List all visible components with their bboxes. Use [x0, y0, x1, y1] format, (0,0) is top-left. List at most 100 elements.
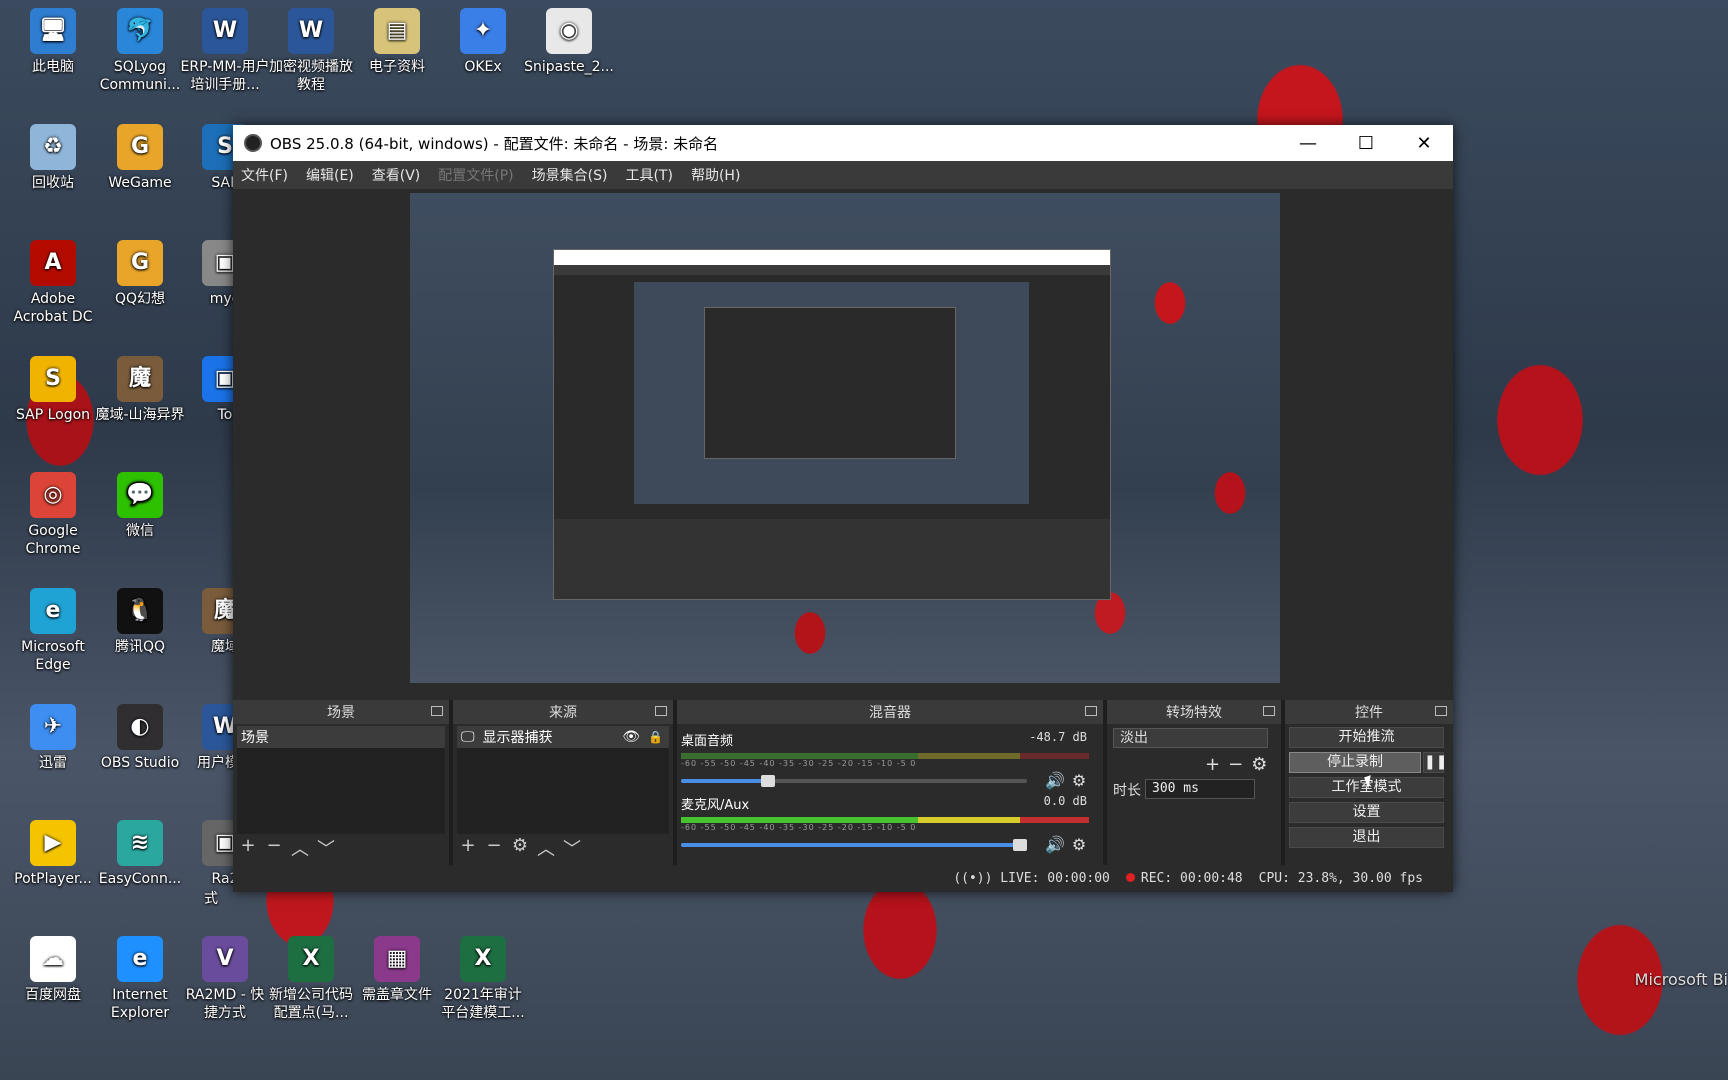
float-dock-icon[interactable]	[1435, 706, 1447, 716]
move-down-icon[interactable]: ﹀	[563, 835, 581, 861]
gear-icon[interactable]: ⚙	[1069, 835, 1089, 854]
stop-recording-button[interactable]: 停止录制	[1289, 752, 1421, 773]
desktop-shortcut[interactable]: X 2021年审计平台建模工...	[438, 936, 528, 1022]
potplayer-icon: ▶	[30, 820, 76, 866]
desktop-shortcut-label: Microsoft Edge	[21, 639, 85, 673]
desktop-shortcut-label: 魔域-山海异界	[95, 407, 185, 423]
record-icon	[1125, 873, 1135, 882]
add-icon[interactable]: +	[1205, 754, 1220, 775]
menu-view[interactable]: 查看(V)	[372, 165, 421, 185]
desktop-shortcut[interactable]: ✦ OKEx	[438, 8, 528, 76]
desktop-shortcut[interactable]: ◐ OBS Studio	[95, 704, 185, 772]
float-dock-icon[interactable]	[431, 706, 443, 716]
title-bar[interactable]: OBS 25.0.8 (64-bit, windows) - 配置文件: 未命名…	[233, 125, 1453, 161]
lock-icon[interactable]: 🔒	[648, 730, 663, 744]
desktop-shortcut-label: OBS Studio	[100, 755, 180, 771]
start-streaming-button[interactable]: 开始推流	[1289, 727, 1444, 748]
exit-button[interactable]: 退出	[1289, 827, 1444, 848]
duration-label: 时长	[1113, 783, 1141, 799]
desktop-shortcut[interactable]: 🐧 腾讯QQ	[95, 588, 185, 656]
transition-select[interactable]: 淡出	[1113, 728, 1268, 748]
maximize-button[interactable]: ☐	[1337, 125, 1395, 161]
obs-icon: ◐	[117, 704, 163, 750]
winrar-icon: ▦	[374, 936, 420, 982]
sources-dock: 来源 🖵 显示器捕获 👁 🔒 + − ⚙ ︿ ﹀	[453, 700, 677, 865]
move-down-icon[interactable]: ﹀	[317, 835, 335, 861]
desktop-shortcut[interactable]: G WeGame	[95, 124, 185, 192]
float-dock-icon[interactable]	[1263, 706, 1275, 716]
speaker-icon[interactable]: 🔊	[1045, 771, 1065, 790]
gear-icon[interactable]: ⚙	[511, 835, 529, 861]
menu-tools[interactable]: 工具(T)	[625, 165, 672, 185]
desktop-shortcut[interactable]: 💬 微信	[95, 472, 185, 540]
desktop-shortcut[interactable]: G QQ幻想	[95, 240, 185, 308]
gear-icon[interactable]: ⚙	[1251, 754, 1267, 775]
desktop-shortcut[interactable]: A Adobe Acrobat DC	[8, 240, 98, 326]
remove-icon[interactable]: −	[485, 835, 503, 861]
status-bar: ((•)) LIVE: 00:00:00 REC: 00:00:48 CPU: …	[233, 865, 1453, 892]
desktop-shortcut[interactable]: S SAP Logon	[8, 356, 98, 424]
gear-icon[interactable]: ⚙	[1069, 771, 1089, 790]
desktop-shortcut-label: 百度网盘	[25, 987, 81, 1003]
desktop-shortcut[interactable]: W 加密视频播放教程	[266, 8, 356, 94]
desktop-shortcut[interactable]: V RA2MD - 快捷方式	[180, 936, 270, 1022]
menu-profile[interactable]: 配置文件(P)	[438, 165, 513, 185]
desktop-shortcut[interactable]: ☁ 百度网盘	[8, 936, 98, 1004]
preview-canvas[interactable]	[410, 193, 1280, 683]
eye-icon[interactable]: 👁	[622, 729, 640, 745]
minimize-button[interactable]: —	[1279, 125, 1337, 161]
desktop-shortcut[interactable]: ▶ PotPlayer...	[8, 820, 98, 888]
qq-icon: 🐧	[117, 588, 163, 634]
desktop-shortcut[interactable]: 🐬 SQLyog Communi...	[95, 8, 185, 94]
float-dock-icon[interactable]	[1085, 706, 1097, 716]
remove-icon[interactable]: −	[265, 835, 283, 861]
menu-help[interactable]: 帮助(H)	[691, 165, 740, 185]
desktop-shortcut-label: ERP-MM-用户培训手册...	[180, 59, 270, 93]
scene-item[interactable]: 场景	[237, 726, 445, 748]
desktop-shortcut[interactable]: ♻ 回收站	[8, 124, 98, 192]
track-name: 桌面音频	[681, 734, 734, 749]
duration-input[interactable]: 300 ms	[1145, 779, 1255, 799]
desktop-shortcut[interactable]: ▤ 电子资料	[352, 8, 442, 76]
source-item[interactable]: 🖵 显示器捕获 👁 🔒	[457, 726, 669, 748]
desktop-shortcut[interactable]: ◎ Google Chrome	[8, 472, 98, 558]
desktop-shortcut-label: PotPlayer...	[14, 871, 92, 887]
desktop-shortcut[interactable]: W ERP-MM-用户培训手册...	[180, 8, 270, 94]
pause-recording-button[interactable]: ❚❚	[1423, 752, 1447, 773]
recycle-bin-icon: ♻	[30, 124, 76, 170]
dolphin-icon: 🐬	[117, 8, 163, 54]
desktop-shortcut[interactable]: ◉ Snipaste_2...	[524, 8, 614, 76]
desktop-shortcut[interactable]: X 新增公司代码配置点(马...	[266, 936, 356, 1022]
add-icon[interactable]: +	[459, 835, 477, 861]
move-up-icon[interactable]: ︿	[537, 835, 555, 861]
menu-scene-collection[interactable]: 场景集合(S)	[532, 165, 608, 185]
move-up-icon[interactable]: ︿	[291, 835, 309, 861]
desktop-shortcut-label: Internet Explorer	[110, 987, 170, 1021]
okex-icon: ✦	[460, 8, 506, 54]
menu-edit[interactable]: 编辑(E)	[306, 165, 354, 185]
add-icon[interactable]: +	[239, 835, 257, 861]
remove-icon[interactable]: −	[1228, 754, 1243, 775]
sources-list[interactable]: 🖵 显示器捕获 👁 🔒	[457, 726, 669, 834]
scenes-list[interactable]: 场景	[237, 726, 445, 834]
menu-file[interactable]: 文件(F)	[241, 165, 288, 185]
close-button[interactable]: ✕	[1395, 125, 1453, 161]
float-dock-icon[interactable]	[655, 706, 667, 716]
desktop-shortcut[interactable]: e Internet Explorer	[95, 936, 185, 1022]
desktop-shortcut-label: Snipaste_2...	[524, 59, 614, 75]
broadcast-icon: ((•))	[953, 871, 993, 886]
scenes-dock: 场景 场景 + − ︿ ﹀	[233, 700, 453, 865]
desktop-shortcut[interactable]: ≋ EasyConn...	[95, 820, 185, 888]
monitor-icon: 🖵	[461, 729, 475, 745]
desktop-shortcut-label: RA2MD - 快捷方式	[185, 987, 265, 1021]
desktop-shortcut-label: 需盖章文件	[362, 987, 432, 1003]
speaker-icon[interactable]: 🔊	[1045, 835, 1065, 854]
volume-slider[interactable]	[681, 838, 1027, 851]
desktop-shortcut[interactable]: ✈ 迅雷	[8, 704, 98, 772]
settings-button[interactable]: 设置	[1289, 802, 1444, 823]
desktop-shortcut[interactable]: ▦ 需盖章文件	[352, 936, 442, 1004]
desktop-shortcut[interactable]: 魔魔域-山海异界	[95, 356, 185, 424]
desktop-shortcut[interactable]: 🖥 此电脑	[8, 8, 98, 76]
desktop-shortcut[interactable]: e Microsoft Edge	[8, 588, 98, 674]
volume-slider[interactable]	[681, 774, 1027, 787]
